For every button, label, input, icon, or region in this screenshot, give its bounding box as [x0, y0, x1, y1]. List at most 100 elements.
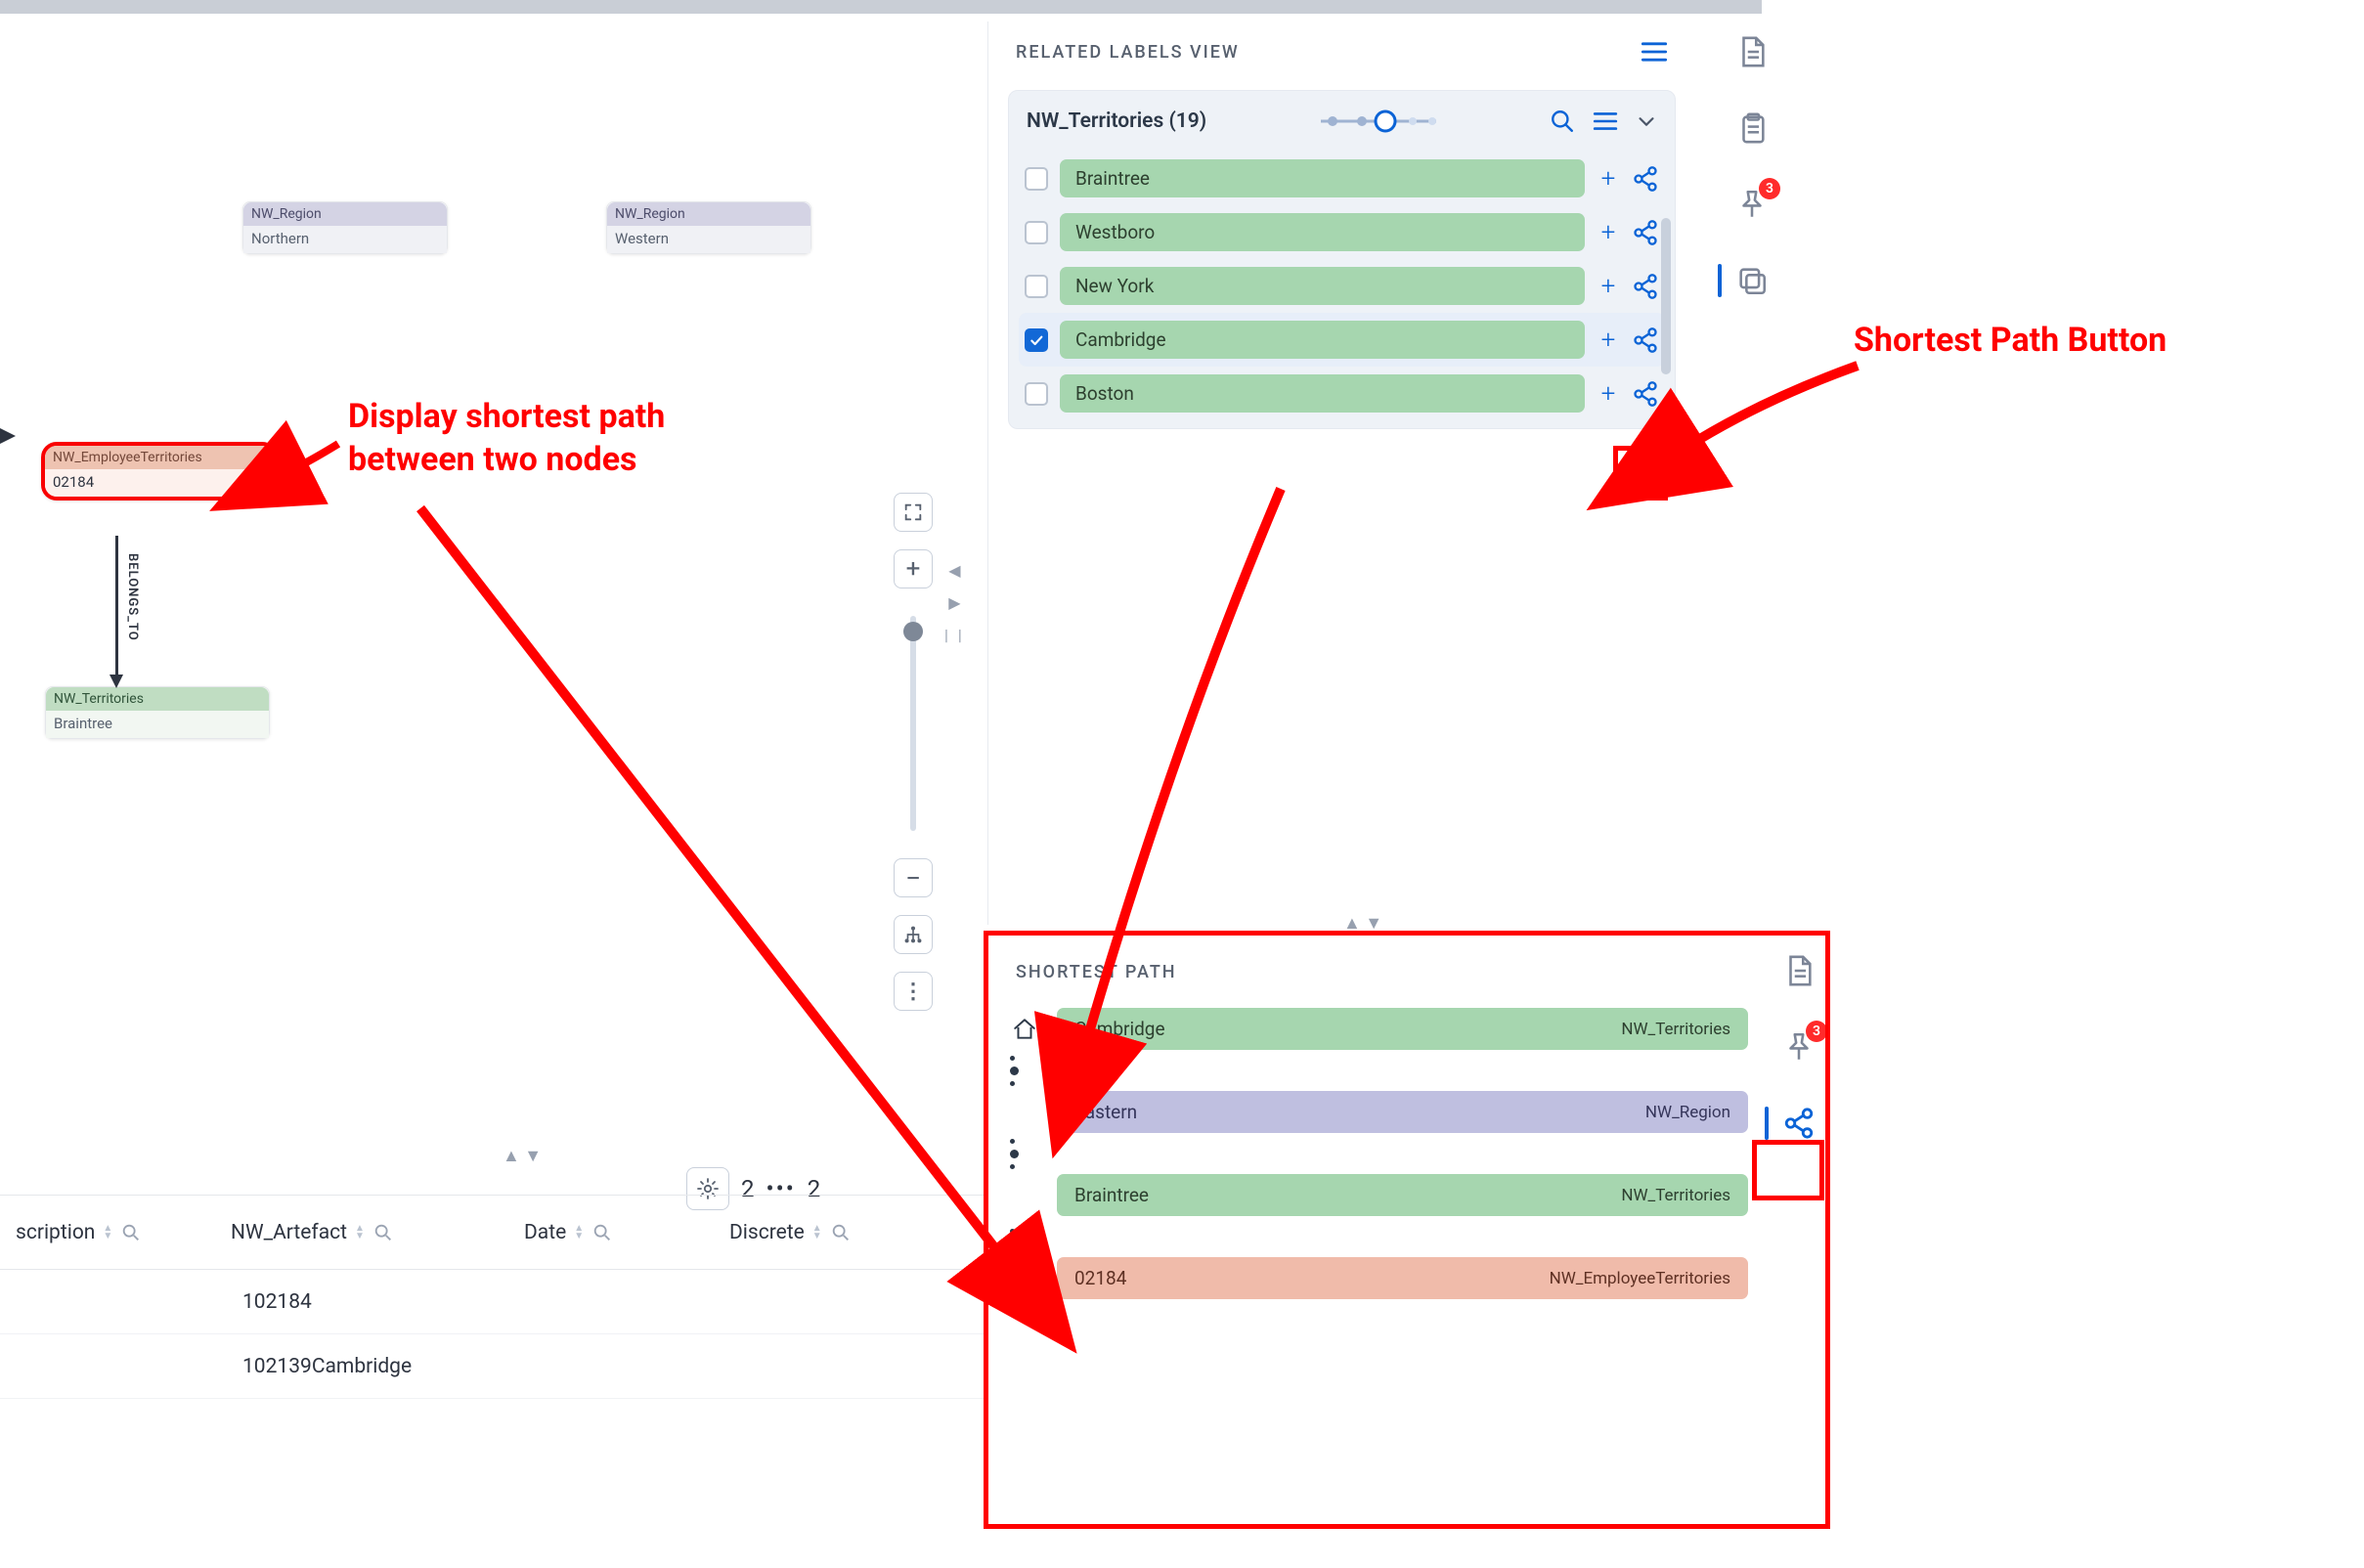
copy-stack-icon[interactable]	[1735, 264, 1769, 297]
share-icon[interactable]	[1632, 219, 1659, 246]
table-split-handle[interactable]: ▲ ▼	[503, 1146, 542, 1166]
canvas-tools: + − ⋮	[894, 493, 933, 1011]
shortest-path-button[interactable]	[1632, 327, 1659, 354]
checkbox-checked[interactable]	[1025, 328, 1048, 352]
node-value: Northern	[243, 226, 447, 253]
sp-row-02184[interactable]: 02184 NW_EmployeeTerritories	[1010, 1257, 1748, 1299]
titlebar-sliver	[0, 0, 1762, 14]
graph-edge	[115, 536, 118, 678]
related-panel-rail: 3	[1721, 35, 1783, 297]
add-icon[interactable]: +	[1597, 379, 1620, 409]
node-type: NW_Region	[607, 202, 810, 226]
node-type: NW_EmployeeTerritories	[45, 446, 274, 469]
node-value: Western	[607, 226, 810, 253]
hierarchy-button[interactable]	[894, 915, 933, 954]
sp-name: Eastern	[1074, 1101, 1137, 1123]
chip-label: New York	[1060, 267, 1585, 305]
checkbox[interactable]	[1025, 382, 1048, 406]
node-value: Braintree	[46, 711, 269, 738]
add-icon[interactable]: +	[1597, 326, 1620, 355]
table-row[interactable]: 102184	[0, 1270, 987, 1334]
zoom-out-button[interactable]: −	[894, 858, 933, 897]
annotation-left: Display shortest path between two nodes	[348, 395, 665, 481]
col-date[interactable]: Date ▲▼	[524, 1221, 720, 1244]
panel-menu-icon[interactable]	[1641, 41, 1668, 63]
document-icon[interactable]	[1782, 954, 1816, 987]
sort-icon[interactable]: ▲▼	[103, 1225, 112, 1241]
path-connector-dots	[1010, 1056, 1039, 1086]
fit-screen-button[interactable]	[894, 493, 933, 532]
col-artefact[interactable]: NW_Artefact ▲▼	[231, 1221, 514, 1244]
checkbox[interactable]	[1025, 167, 1048, 191]
sort-icon[interactable]: ▲▼	[355, 1225, 365, 1241]
sp-row-braintree[interactable]: Braintree NW_Territories	[1010, 1174, 1748, 1216]
search-icon[interactable]	[591, 1222, 613, 1243]
share-icon[interactable]	[1632, 380, 1659, 408]
panel-drag-handle[interactable]: ◀▶| |	[944, 561, 965, 644]
table-header-row: scription ▲▼ NW_Artefact ▲▼ Date ▲▼ Disc…	[0, 1196, 987, 1270]
table-row[interactable]: 102139Cambridge	[0, 1334, 987, 1399]
share-path-icon[interactable]	[1782, 1107, 1816, 1140]
panel-split-handle[interactable]: ▲ ▼	[1343, 913, 1382, 934]
annotation-left-l1: Display shortest path	[348, 395, 665, 438]
pin-icon[interactable]: 3	[1782, 1030, 1816, 1064]
document-icon[interactable]	[1735, 35, 1769, 68]
sp-type: NW_Region	[1645, 1103, 1730, 1122]
sort-icon[interactable]: ▲▼	[812, 1225, 822, 1241]
checkbox[interactable]	[1025, 221, 1048, 244]
list-menu-icon[interactable]	[1593, 110, 1618, 132]
clipboard-icon[interactable]	[1735, 111, 1769, 145]
more-button[interactable]: ⋮	[894, 972, 933, 1011]
add-icon[interactable]: +	[1597, 272, 1620, 301]
add-icon[interactable]: +	[1597, 218, 1620, 247]
sp-name: Braintree	[1074, 1184, 1149, 1206]
offscreen-edge-arrow	[0, 428, 22, 450]
related-item-westboro[interactable]: Westboro +	[1019, 205, 1665, 259]
sp-type: NW_Territories	[1621, 1020, 1730, 1039]
search-icon[interactable]	[1550, 109, 1575, 134]
zoom-slider[interactable]	[910, 616, 916, 831]
sp-row-cambridge[interactable]: Cambridge NW_Territories	[1010, 1008, 1748, 1050]
chevron-down-icon[interactable]	[1636, 110, 1657, 132]
sort-icon[interactable]: ▲▼	[574, 1225, 584, 1241]
sp-row-eastern[interactable]: Eastern NW_Region	[1010, 1091, 1748, 1133]
node-type: NW_Territories	[46, 687, 269, 711]
scrollbar[interactable]	[1661, 218, 1671, 374]
header-label: scription	[16, 1221, 95, 1244]
pin-icon[interactable]: 3	[1735, 188, 1769, 221]
graph-node-region-northern[interactable]: NW_Region Northern	[242, 201, 448, 254]
graph-node-territories-braintree[interactable]: NW_Territories Braintree	[45, 686, 270, 739]
graph-node-region-western[interactable]: NW_Region Western	[606, 201, 811, 254]
map-pin-icon	[1010, 1265, 1039, 1292]
path-connector-dots	[1010, 1139, 1039, 1169]
shortest-path-title: SHORTEST PATH	[988, 936, 1760, 990]
search-icon[interactable]	[372, 1222, 394, 1243]
related-item-boston[interactable]: Boston +	[1019, 367, 1665, 420]
checkbox[interactable]	[1025, 275, 1048, 298]
sp-type: NW_EmployeeTerritories	[1550, 1269, 1730, 1288]
sp-chip: 02184 NW_EmployeeTerritories	[1057, 1257, 1748, 1299]
chip-label: Boston	[1060, 374, 1585, 413]
shortest-path-rail: 3	[1768, 954, 1830, 1140]
related-card-title: NW_Territories (19)	[1027, 109, 1206, 133]
search-icon[interactable]	[830, 1222, 852, 1243]
graph-node-employeeterritories-02184[interactable]: NW_EmployeeTerritories 02184	[41, 442, 278, 501]
zoom-in-button[interactable]: +	[894, 549, 933, 588]
data-table: scription ▲▼ NW_Artefact ▲▼ Date ▲▼ Disc…	[0, 1195, 987, 1399]
shortest-path-list: Cambridge NW_Territories Eastern NW_Regi…	[988, 990, 1760, 1299]
add-icon[interactable]: +	[1597, 164, 1620, 194]
annotation-right: Shortest Path Button	[1854, 319, 2167, 362]
share-icon[interactable]	[1632, 165, 1659, 193]
share-icon[interactable]	[1632, 273, 1659, 300]
pin-badge: 3	[1759, 178, 1780, 199]
col-discrete[interactable]: Discrete ▲▼	[729, 1221, 944, 1244]
related-item-cambridge[interactable]: Cambridge +	[1019, 313, 1665, 367]
related-item-braintree[interactable]: Braintree +	[1019, 152, 1665, 205]
depth-slider[interactable]	[1220, 109, 1536, 133]
col-scription[interactable]: scription ▲▼	[16, 1221, 221, 1244]
related-item-newyork[interactable]: New York +	[1019, 259, 1665, 313]
path-connector-dots	[1010, 1229, 1039, 1244]
pin-badge: 3	[1806, 1021, 1827, 1042]
related-labels-list: Braintree + Westboro + New York +	[1009, 152, 1675, 420]
search-icon[interactable]	[120, 1222, 142, 1243]
